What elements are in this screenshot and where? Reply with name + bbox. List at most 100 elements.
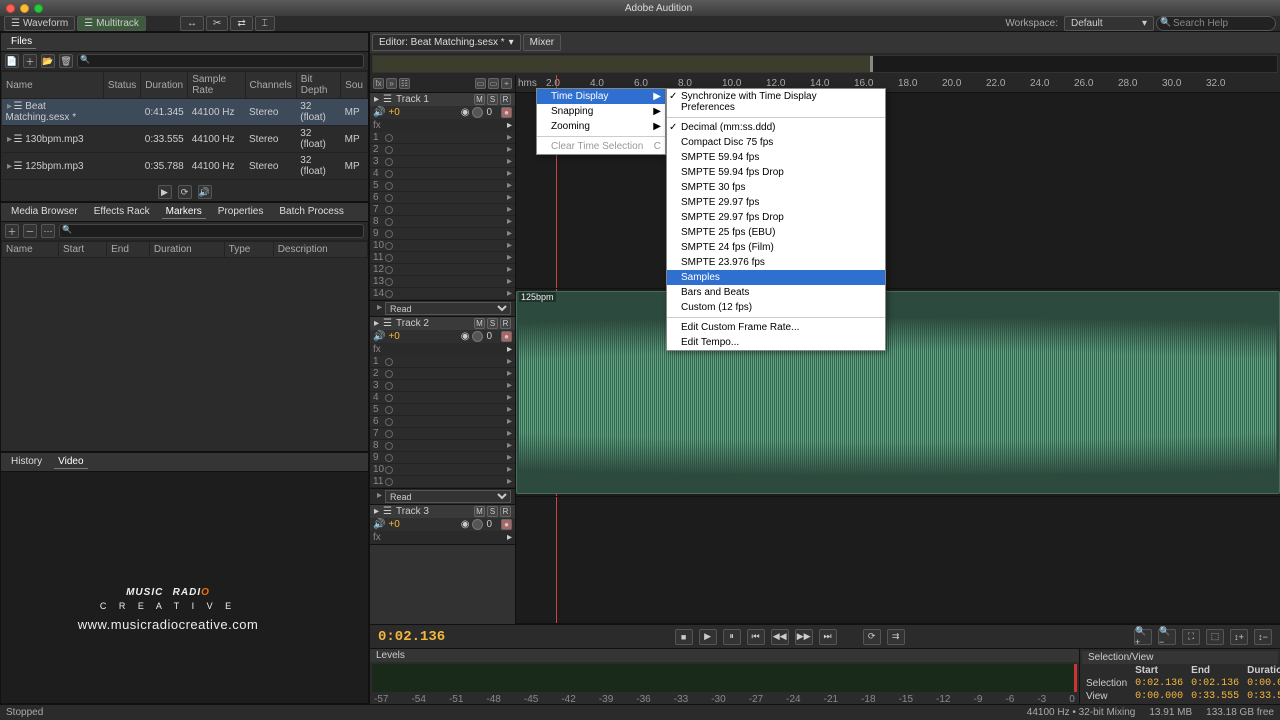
- fx-slot[interactable]: 3▸: [370, 156, 515, 168]
- file-col-header[interactable]: Sou: [341, 72, 368, 99]
- workspace-select[interactable]: Default▾: [1064, 16, 1154, 31]
- fx-slot[interactable]: 10▸: [370, 240, 515, 252]
- tool-move-button[interactable]: ↔: [180, 16, 204, 31]
- power-icon[interactable]: [385, 454, 393, 462]
- menu-item[interactable]: SMPTE 24 fps (Film): [667, 240, 885, 255]
- track-lane-2[interactable]: 125bpm: [516, 289, 1280, 497]
- panel-tab[interactable]: Effects Rack: [90, 205, 154, 219]
- file-col-header[interactable]: Duration: [141, 72, 188, 99]
- tool-time-button[interactable]: ⌶: [255, 16, 275, 31]
- import-button[interactable]: 📄: [5, 54, 19, 68]
- r-button[interactable]: R: [500, 318, 511, 329]
- fx-slot[interactable]: 12▸: [370, 264, 515, 276]
- menu-item[interactable]: SMPTE 29.97 fps Drop: [667, 210, 885, 225]
- context-menu[interactable]: Time Display▶Snapping▶Zooming▶Clear Time…: [536, 88, 666, 155]
- power-icon[interactable]: [385, 290, 393, 298]
- fx-slot[interactable]: 6▸: [370, 192, 515, 204]
- menu-item[interactable]: SMPTE 23.976 fps: [667, 255, 885, 270]
- view-2-button[interactable]: ▭: [488, 78, 499, 89]
- zoom-sel-button[interactable]: ⬚: [1206, 629, 1224, 645]
- zoom-out-v-button[interactable]: ↕−: [1254, 629, 1272, 645]
- fx-slot[interactable]: 5▸: [370, 404, 515, 416]
- pan-knob[interactable]: [472, 331, 483, 342]
- panel-tab[interactable]: Batch Process: [275, 205, 347, 219]
- zoom-in-h-button[interactable]: 🔍+: [1134, 629, 1152, 645]
- close-window-icon[interactable]: [6, 4, 15, 13]
- power-icon[interactable]: [385, 266, 393, 274]
- power-icon[interactable]: [385, 466, 393, 474]
- menu-item[interactable]: SMPTE 25 fps (EBU): [667, 225, 885, 240]
- markers-search-input[interactable]: [59, 224, 364, 238]
- editor-tab[interactable]: Editor: Beat Matching.sesx *▾: [372, 34, 521, 51]
- autoplay-button[interactable]: 🔊: [198, 185, 212, 199]
- power-icon[interactable]: [385, 194, 393, 202]
- menu-item[interactable]: SMPTE 59.94 fps Drop: [667, 165, 885, 180]
- tool-razor-button[interactable]: ✂: [206, 16, 228, 31]
- power-icon[interactable]: [385, 218, 393, 226]
- file-col-header[interactable]: Name: [2, 72, 104, 99]
- play-file-button[interactable]: ▶: [158, 185, 172, 199]
- to-end-button[interactable]: ⏭: [819, 629, 837, 645]
- pan-knob[interactable]: [472, 107, 483, 118]
- del-marker-button[interactable]: －: [23, 224, 37, 238]
- panel-tab[interactable]: Media Browser: [7, 205, 82, 219]
- menu-item[interactable]: Edit Custom Frame Rate...: [667, 320, 885, 335]
- loop-file-button[interactable]: ⟳: [178, 185, 192, 199]
- power-icon[interactable]: [385, 478, 393, 486]
- fx-slot[interactable]: 7▸: [370, 428, 515, 440]
- menu-item[interactable]: Snapping▶: [537, 104, 665, 119]
- marker-opts-button[interactable]: ⋯: [41, 224, 55, 238]
- power-icon[interactable]: [385, 358, 393, 366]
- fx-slot[interactable]: 10▸: [370, 464, 515, 476]
- files-tab[interactable]: Files: [7, 35, 36, 49]
- context-submenu[interactable]: Synchronize with Time Display Preference…: [666, 88, 886, 351]
- overview-bar[interactable]: [372, 55, 1278, 73]
- menu-item[interactable]: Zooming▶: [537, 119, 665, 134]
- file-col-header[interactable]: Sample Rate: [188, 72, 245, 99]
- power-icon[interactable]: [385, 146, 393, 154]
- power-icon[interactable]: [385, 382, 393, 390]
- view-1-button[interactable]: ▭: [475, 78, 486, 89]
- power-icon[interactable]: [385, 278, 393, 286]
- s-button[interactable]: S: [487, 318, 498, 329]
- fx-slot[interactable]: 8▸: [370, 216, 515, 228]
- power-icon[interactable]: [385, 170, 393, 178]
- expand-icon[interactable]: ▸: [374, 94, 379, 105]
- eq-toggle-button[interactable]: ☷: [399, 78, 410, 89]
- pause-button[interactable]: ⏸: [723, 629, 741, 645]
- mixer-tab[interactable]: Mixer: [523, 34, 561, 51]
- mode-waveform-button[interactable]: ☰Waveform: [4, 16, 75, 31]
- fx-slot[interactable]: 11▸: [370, 252, 515, 264]
- new-file-button[interactable]: ＋: [23, 54, 37, 68]
- fx-slot[interactable]: 11▸: [370, 476, 515, 488]
- search-help-input[interactable]: Search Help: [1156, 16, 1276, 31]
- power-icon[interactable]: [385, 394, 393, 402]
- menu-item[interactable]: Edit Tempo...: [667, 335, 885, 350]
- power-icon[interactable]: [385, 406, 393, 414]
- fx-slot[interactable]: 1▸: [370, 132, 515, 144]
- r-button[interactable]: R: [500, 506, 511, 517]
- fx-slot[interactable]: 2▸: [370, 368, 515, 380]
- fx-slot[interactable]: 9▸: [370, 452, 515, 464]
- record-arm-button[interactable]: ●: [501, 519, 512, 530]
- power-icon[interactable]: [385, 254, 393, 262]
- s-button[interactable]: S: [487, 506, 498, 517]
- power-icon[interactable]: [385, 430, 393, 438]
- fx-slot[interactable]: 2▸: [370, 144, 515, 156]
- fx-slot[interactable]: 4▸: [370, 168, 515, 180]
- snap-button[interactable]: ⌖: [501, 78, 512, 89]
- file-col-header[interactable]: Status: [103, 72, 140, 99]
- record-arm-button[interactable]: ●: [501, 107, 512, 118]
- s-button[interactable]: S: [487, 94, 498, 105]
- to-start-button[interactable]: ⏮: [747, 629, 765, 645]
- fx-slot[interactable]: 4▸: [370, 392, 515, 404]
- power-icon[interactable]: [385, 442, 393, 450]
- record-arm-button[interactable]: ●: [501, 331, 512, 342]
- file-row[interactable]: ▸☰ 125bpm.mp30:35.78844100 HzStereo32 (f…: [2, 153, 368, 180]
- panel-tab[interactable]: History: [7, 455, 46, 469]
- fx-slot[interactable]: 1▸: [370, 356, 515, 368]
- r-button[interactable]: R: [500, 94, 511, 105]
- fx-slot[interactable]: 6▸: [370, 416, 515, 428]
- delete-button[interactable]: 🗑: [59, 54, 73, 68]
- play-button[interactable]: ▶: [699, 629, 717, 645]
